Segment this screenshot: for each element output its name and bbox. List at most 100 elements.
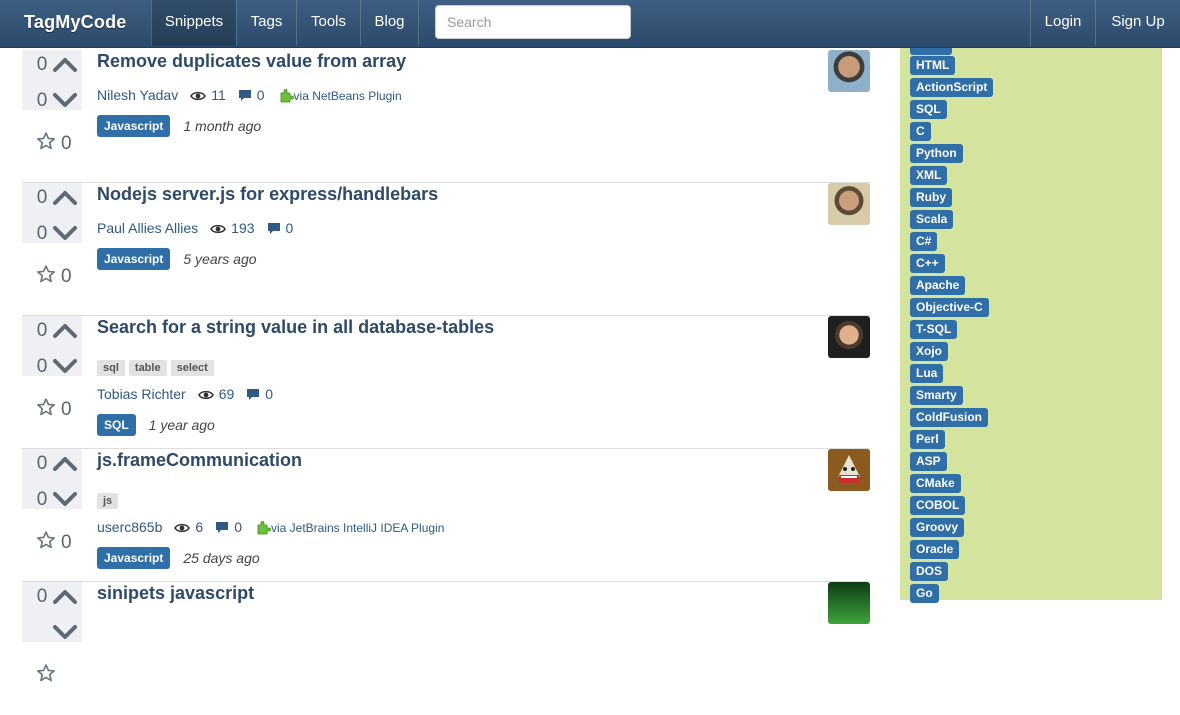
views-count: 11 <box>211 87 226 103</box>
nav-snippets[interactable]: Snippets <box>151 0 236 46</box>
vote-down-count: 0 <box>36 356 48 377</box>
language-tag[interactable]: COBOL <box>910 496 966 515</box>
comment-count[interactable]: 0 <box>265 386 273 402</box>
snippet-tag[interactable]: select <box>170 360 214 376</box>
language-badge[interactable]: Javascript <box>97 115 171 137</box>
downvote-arrow-icon[interactable] <box>52 356 78 376</box>
language-badge[interactable]: SQL <box>97 414 136 436</box>
snippet-meta: Tobias Richter 69 0 <box>97 386 273 405</box>
nav-tags[interactable]: Tags <box>236 0 296 46</box>
vote-down-count: 0 <box>36 90 48 111</box>
login-link[interactable]: Login <box>1030 0 1095 46</box>
comment-icon <box>215 521 229 538</box>
author-avatar[interactable] <box>828 183 870 225</box>
language-tag[interactable]: C# <box>910 232 938 251</box>
downvote-arrow-icon[interactable] <box>52 489 78 509</box>
language-tag[interactable]: SQL <box>910 100 947 119</box>
snippet-language-row: SQL 1 year ago <box>97 414 215 436</box>
nav-blog[interactable]: Blog <box>360 0 419 46</box>
views-count: 193 <box>231 220 255 236</box>
comment-icon <box>238 89 252 106</box>
snippet-meta: Nilesh Yadav 11 0 via NetBeans Plugin <box>97 87 402 106</box>
upvote-arrow-icon[interactable] <box>52 54 78 74</box>
snippet-tag[interactable]: table <box>128 360 167 376</box>
language-badge[interactable]: Javascript <box>97 547 171 569</box>
top-navbar: TagMyCode Snippets Tags Tools Blog Login… <box>0 0 1180 48</box>
upvote-arrow-icon[interactable] <box>52 320 78 340</box>
search-input[interactable] <box>435 5 631 39</box>
snippet-tag[interactable]: js <box>97 493 119 509</box>
upvote-arrow-icon[interactable] <box>52 453 78 473</box>
nav-tools[interactable]: Tools <box>296 0 360 46</box>
vote-down-count: 0 <box>36 223 48 244</box>
views-count: 69 <box>218 386 235 402</box>
language-tag[interactable]: Oracle <box>910 540 960 559</box>
language-tag[interactable]: ColdFusion <box>910 408 988 427</box>
language-tag[interactable]: Xojo <box>910 342 948 361</box>
author-link[interactable]: Tobias Richter <box>97 386 186 402</box>
language-tag[interactable]: Lua <box>910 364 944 383</box>
snippet-tag[interactable]: sql <box>97 360 125 376</box>
language-tag[interactable]: Scala <box>910 210 954 229</box>
language-tag[interactable]: DOS <box>910 562 949 581</box>
upvote-arrow-icon[interactable] <box>52 586 78 606</box>
author-avatar[interactable] <box>828 449 870 491</box>
language-tag[interactable]: ASP <box>910 452 947 471</box>
signup-link[interactable]: Sign Up <box>1095 0 1180 46</box>
comment-icon <box>246 388 260 405</box>
snippet-title-link[interactable]: js.frameCommunication <box>97 450 302 471</box>
language-tag[interactable]: C <box>910 122 931 141</box>
downvote-arrow-icon[interactable] <box>52 622 78 642</box>
comment-count[interactable]: 0 <box>257 87 265 103</box>
snippet-title-link[interactable]: Search for a string value in all databas… <box>97 317 494 338</box>
snippet-title-link[interactable]: sinipets javascript <box>97 583 254 604</box>
language-tag[interactable]: Groovy <box>910 518 965 537</box>
plugin-source-link[interactable]: via NetBeans Plugin <box>294 89 402 103</box>
language-tag[interactable]: Python <box>910 144 963 163</box>
comment-count[interactable]: 0 <box>286 220 294 236</box>
star-count: 0 <box>61 532 72 553</box>
star-count: 0 <box>61 266 72 287</box>
vote-up-count: 0 <box>36 586 48 607</box>
language-tag[interactable]: T-SQL <box>910 320 958 339</box>
language-tag[interactable]: CMake <box>910 474 961 493</box>
language-tag[interactable]: Apache <box>910 276 966 295</box>
language-tag[interactable]: ActionScript <box>910 78 994 97</box>
language-tag[interactable]: HTML <box>910 56 956 75</box>
upvote-arrow-icon[interactable] <box>52 187 78 207</box>
snippet-row: 0 sinipets javascript <box>22 582 870 715</box>
author-link[interactable]: Paul Allies Allies <box>97 220 198 236</box>
snippet-tags: js <box>97 491 122 509</box>
language-tag[interactable]: Perl <box>910 430 945 449</box>
language-tag[interactable]: Smarty <box>910 386 963 405</box>
vote-up-count: 0 <box>36 54 48 75</box>
snippet-row: 0 0 0 js.frameCommunication js userc865b 6 0 via… <box>22 449 870 582</box>
author-link[interactable]: Nilesh Yadav <box>97 87 178 103</box>
language-sidebar: HTML ActionScript SQL C Python XML Ruby Scala C#… <box>900 36 1162 603</box>
language-tag[interactable]: C++ <box>910 254 945 273</box>
language-tag[interactable]: XML <box>910 166 948 185</box>
brand-logo[interactable]: TagMyCode <box>24 0 126 44</box>
snippet-title-link[interactable]: Remove duplicates value from array <box>97 51 406 72</box>
author-avatar[interactable] <box>828 50 870 92</box>
author-link[interactable]: userc865b <box>97 519 162 535</box>
language-tag[interactable]: Go <box>910 584 939 603</box>
views-eye-icon <box>210 222 227 239</box>
language-badge[interactable]: Javascript <box>97 248 171 270</box>
snippet-age: 5 years ago <box>183 251 257 267</box>
comment-count[interactable]: 0 <box>234 519 242 535</box>
snippet-title-link[interactable]: Nodejs server.js for express/handlebars <box>97 184 438 205</box>
vote-up-count: 0 <box>36 453 48 474</box>
plugin-source-link[interactable]: via JetBrains IntelliJ IDEA Plugin <box>271 521 444 535</box>
downvote-arrow-icon[interactable] <box>52 90 78 110</box>
language-tag[interactable]: Objective-C <box>910 298 989 317</box>
author-avatar[interactable] <box>828 582 870 624</box>
downvote-arrow-icon[interactable] <box>52 223 78 243</box>
author-avatar[interactable] <box>828 316 870 358</box>
snippet-language-row: Javascript 25 days ago <box>97 547 260 569</box>
vote-up-count: 0 <box>36 320 48 341</box>
views-count: 6 <box>195 519 204 535</box>
language-tag[interactable]: Ruby <box>910 188 952 207</box>
vote-box: 00 <box>22 449 82 510</box>
snippet-meta: userc865b 6 0 via JetBrains IntelliJ IDEA P… <box>97 519 444 538</box>
